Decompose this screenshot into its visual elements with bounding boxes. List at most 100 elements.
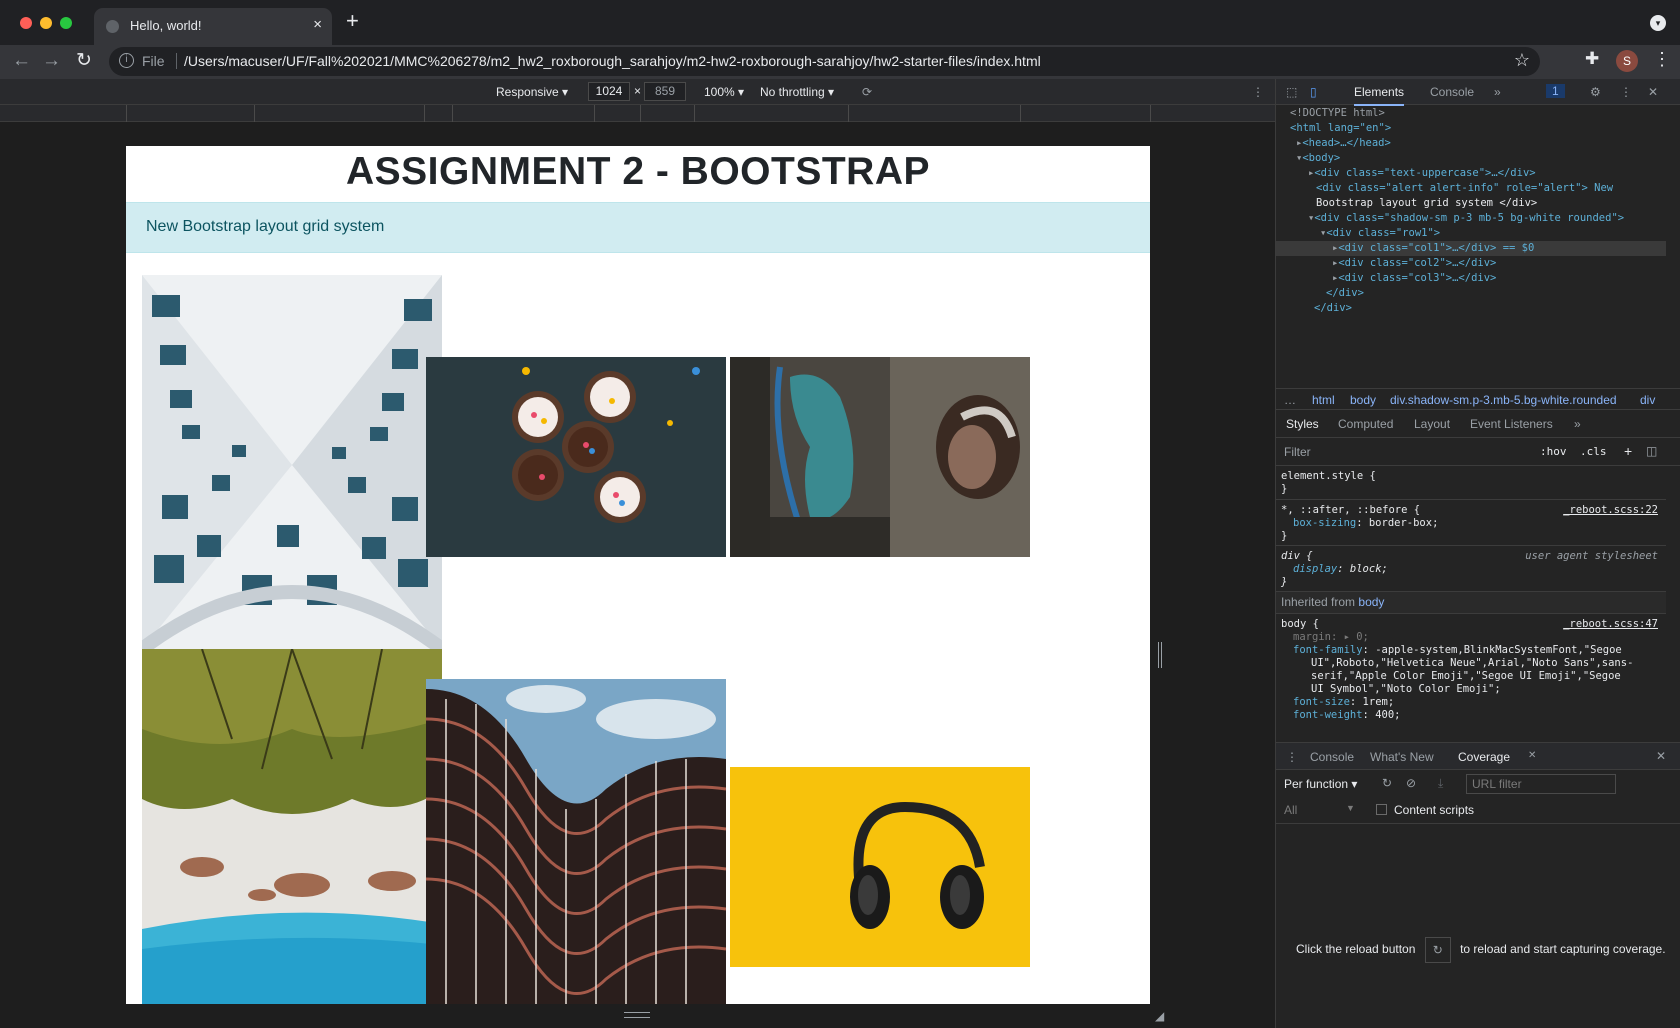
palm-trees-beach-photo: [142, 649, 442, 1004]
tab-layout[interactable]: Layout: [1414, 417, 1450, 431]
cupcakes-photo: [426, 357, 726, 557]
rule-source-link[interactable]: _reboot.scss:22: [1563, 504, 1658, 517]
breadcrumb-ellipsis[interactable]: …: [1284, 393, 1296, 407]
reload-button-icon[interactable]: ↻: [1424, 937, 1451, 963]
device-mode-select[interactable]: Responsive ▾: [496, 85, 568, 99]
forward-arrow-icon[interactable]: →: [42, 51, 61, 70]
clear-coverage-icon[interactable]: ⊘: [1406, 776, 1416, 790]
info-icon[interactable]: i: [119, 53, 134, 68]
close-tab-icon[interactable]: ×: [313, 16, 322, 33]
computed-sidebar-icon[interactable]: ◫: [1646, 444, 1657, 458]
drawer-tab-console[interactable]: Console: [1310, 750, 1354, 764]
breadcrumb-html[interactable]: html: [1312, 393, 1335, 407]
dom-line[interactable]: ▾<body>: [1296, 151, 1340, 166]
tab-search-icon[interactable]: ▾: [1650, 15, 1666, 31]
styles-filter-input[interactable]: Filter: [1284, 445, 1311, 459]
rule-div[interactable]: div { user agent stylesheet display: blo…: [1276, 546, 1666, 592]
dom-line[interactable]: ▾<div class="row1">: [1320, 226, 1440, 241]
cls-toggle[interactable]: .cls: [1580, 445, 1607, 458]
dom-line[interactable]: ▸<div class="col2">…</div>: [1332, 256, 1496, 271]
browser-menu-icon[interactable]: ⋮: [1653, 49, 1671, 70]
rule-source-link[interactable]: _reboot.scss:47: [1563, 618, 1658, 631]
dom-line[interactable]: ▸<div class="col3">…</div>: [1332, 271, 1496, 286]
content-scripts-checkbox[interactable]: [1376, 804, 1387, 815]
rotate-icon[interactable]: ⟳: [862, 85, 872, 99]
close-window-button[interactable]: [20, 17, 32, 29]
inspect-element-icon[interactable]: ⬚: [1286, 85, 1297, 99]
inherited-header: Inherited from body: [1276, 592, 1666, 614]
dom-tree[interactable]: <!DOCTYPE html> <html lang="en"> ▸<head>…: [1276, 106, 1666, 388]
dom-line[interactable]: </div>: [1326, 286, 1364, 301]
rule-universal[interactable]: *, ::after, ::before { _reboot.scss:22 b…: [1276, 500, 1666, 546]
tab-console[interactable]: Console: [1430, 85, 1474, 99]
bookmark-star-icon[interactable]: ☆: [1514, 50, 1530, 71]
issues-badge[interactable]: 1: [1546, 84, 1565, 98]
coverage-msg-part2: to reload and start capturing coverage.: [1460, 942, 1666, 957]
close-drawer-icon[interactable]: ✕: [1656, 749, 1666, 763]
tab-styles[interactable]: Styles: [1286, 417, 1319, 431]
dom-line[interactable]: </div>: [1314, 301, 1352, 316]
devtools-tabbar: ⬚ ▯ Elements Console » 1 ⚙ ⋮ ✕: [1276, 79, 1680, 106]
breadcrumb-div[interactable]: div: [1640, 393, 1655, 407]
new-tab-button[interactable]: +: [346, 10, 359, 32]
rule-body[interactable]: body { _reboot.scss:47 margin: ▸ 0; font…: [1276, 614, 1666, 742]
browser-tab[interactable]: Hello, world! ×: [94, 8, 332, 45]
export-coverage-icon[interactable]: ⤓: [1438, 776, 1443, 791]
device-options-icon[interactable]: ⋮: [1252, 85, 1264, 99]
settings-gear-icon[interactable]: ⚙: [1590, 85, 1601, 99]
hov-toggle[interactable]: :hov: [1540, 445, 1567, 458]
url-filter-input[interactable]: URL filter: [1466, 774, 1616, 794]
tab-elements[interactable]: Elements: [1354, 85, 1405, 106]
zoom-select[interactable]: 100% ▾: [704, 85, 744, 99]
close-coverage-tab-icon[interactable]: ✕: [1528, 750, 1536, 761]
drawer-tab-whats-new[interactable]: What's New: [1370, 750, 1434, 764]
profile-avatar[interactable]: S: [1616, 50, 1638, 72]
drawer-tab-coverage[interactable]: Coverage: [1458, 750, 1510, 764]
extensions-puzzle-icon[interactable]: ✚: [1585, 49, 1599, 69]
drawer-menu-icon[interactable]: ⋮: [1286, 750, 1298, 764]
coverage-msg-part1: Click the reload button: [1296, 942, 1416, 957]
device-toggle-icon[interactable]: ▯: [1310, 85, 1317, 99]
minimize-window-button[interactable]: [40, 17, 52, 29]
url-text[interactable]: /Users/macuser/UF/Fall%202021/MMC%206278…: [184, 53, 1041, 69]
more-style-tabs-icon[interactable]: »: [1574, 417, 1581, 431]
tab-computed[interactable]: Computed: [1338, 417, 1393, 431]
width-input[interactable]: 1024: [588, 82, 630, 101]
dom-line[interactable]: <!DOCTYPE html>: [1290, 106, 1385, 121]
breadcrumb-div-shadow[interactable]: div.shadow-sm.p-3.mb-5.bg-white.rounded: [1390, 393, 1617, 407]
inherited-from-link[interactable]: body: [1358, 595, 1384, 609]
breadcrumb-body[interactable]: body: [1350, 393, 1376, 407]
coverage-all-select[interactable]: All: [1284, 803, 1297, 817]
coverage-filter-row: All ▼ Content scripts: [1276, 798, 1680, 824]
styles-filter-bar: Filter :hov .cls + ◫: [1276, 438, 1680, 466]
dom-line[interactable]: ▸<div class="text-uppercase">…</div>: [1308, 166, 1536, 181]
corner-resize-handle[interactable]: ◢: [1155, 1009, 1164, 1023]
inherited-label: Inherited from: [1281, 595, 1356, 609]
reload-icon[interactable]: ↻: [76, 51, 92, 70]
right-resize-handle[interactable]: [1158, 642, 1162, 668]
rule-element-style[interactable]: element.style { }: [1276, 466, 1666, 500]
height-input[interactable]: 859: [644, 82, 686, 101]
throttle-select[interactable]: No throttling ▾: [760, 85, 834, 99]
drawer-tabbar: ⋮ Console What's New Coverage ✕ ✕: [1276, 742, 1680, 770]
dom-line[interactable]: <html lang="en">: [1290, 121, 1391, 136]
more-tabs-icon[interactable]: »: [1494, 85, 1501, 99]
curved-building-photo: [426, 679, 726, 1004]
dom-line[interactable]: ▸<head>…</head>: [1296, 136, 1391, 151]
reload-coverage-icon[interactable]: ↻: [1382, 776, 1392, 790]
style-rules[interactable]: element.style { } *, ::after, ::before {…: [1276, 466, 1666, 742]
maximize-window-button[interactable]: [60, 17, 72, 29]
media-query-ruler[interactable]: [0, 105, 1275, 122]
dom-line[interactable]: <div class="alert alert-info" role="aler…: [1316, 181, 1613, 196]
devtools-menu-icon[interactable]: ⋮: [1620, 85, 1632, 99]
coverage-type-select[interactable]: Per function ▾: [1284, 777, 1357, 791]
address-bar[interactable]: i File /Users/macuser/UF/Fall%202021/MMC…: [109, 47, 1540, 76]
back-arrow-icon[interactable]: ←: [12, 51, 31, 70]
tab-event-listeners[interactable]: Event Listeners: [1470, 417, 1553, 431]
close-devtools-icon[interactable]: ✕: [1648, 85, 1658, 99]
new-rule-plus-icon[interactable]: +: [1624, 443, 1632, 459]
dom-line-selected[interactable]: ▸<div class="col1">…</div> == $0: [1276, 241, 1666, 256]
bottom-resize-handle[interactable]: [624, 1012, 650, 1018]
dom-line[interactable]: Bootstrap layout grid system </div>: [1316, 196, 1537, 211]
dom-line[interactable]: ▾<div class="shadow-sm p-3 mb-5 bg-white…: [1308, 211, 1624, 226]
